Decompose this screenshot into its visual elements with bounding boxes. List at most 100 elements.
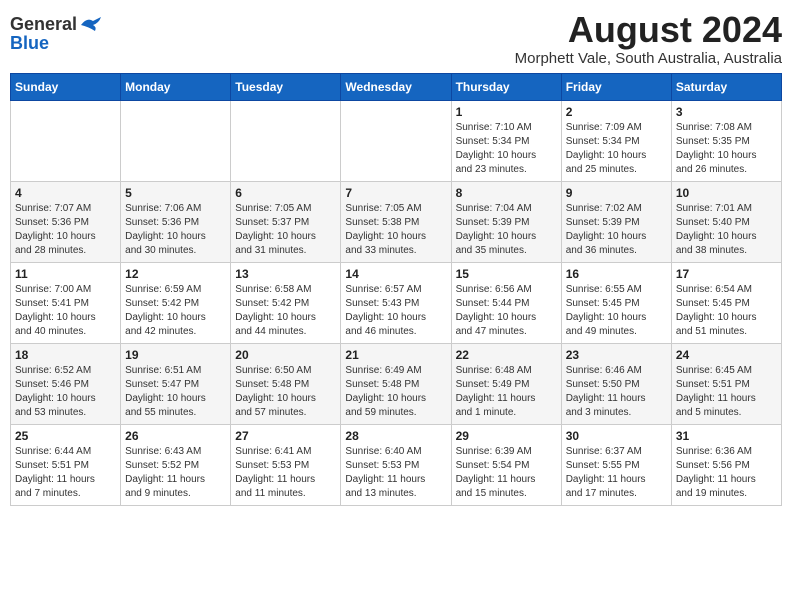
weekday-header-row: SundayMondayTuesdayWednesdayThursdayFrid… bbox=[11, 73, 782, 100]
day-info: Sunrise: 7:05 AMSunset: 5:37 PMDaylight:… bbox=[235, 202, 336, 258]
calendar-cell: 8Sunrise: 7:04 AMSunset: 5:39 PMDaylight… bbox=[451, 181, 561, 262]
day-info: Sunrise: 6:46 AMSunset: 5:50 PMDaylight:… bbox=[566, 364, 667, 420]
calendar-cell: 11 Sunrise: 7:00 AMSunset: 5:41 PMDayligh… bbox=[11, 262, 121, 343]
logo: General Blue bbox=[10, 14, 101, 54]
calendar-cell: 2 Sunrise: 7:09 AMSunset: 5:34 PMDaylight… bbox=[561, 100, 671, 181]
day-number: 3 bbox=[676, 105, 777, 119]
calendar-cell: 22Sunrise: 6:48 AMSunset: 5:49 PMDayligh… bbox=[451, 343, 561, 424]
day-number: 20 bbox=[235, 348, 336, 362]
day-number: 11 bbox=[15, 267, 116, 281]
calendar-cell: 7 Sunrise: 7:05 AMSunset: 5:38 PMDaylight… bbox=[341, 181, 451, 262]
day-number: 5 bbox=[125, 186, 226, 200]
calendar-cell: 25 Sunrise: 6:44 AMSunset: 5:51 PMDayligh… bbox=[11, 424, 121, 505]
day-number: 7 bbox=[345, 186, 446, 200]
calendar-cell: 15Sunrise: 6:56 AMSunset: 5:44 PMDayligh… bbox=[451, 262, 561, 343]
calendar-table: SundayMondayTuesdayWednesdayThursdayFrid… bbox=[10, 73, 782, 506]
day-info: Sunrise: 6:37 AMSunset: 5:55 PMDaylight:… bbox=[566, 445, 667, 501]
day-number: 19 bbox=[125, 348, 226, 362]
calendar-cell: 5 Sunrise: 7:06 AMSunset: 5:36 PMDaylight… bbox=[121, 181, 231, 262]
weekday-header: Tuesday bbox=[231, 73, 341, 100]
calendar-cell: 6 Sunrise: 7:05 AMSunset: 5:37 PMDaylight… bbox=[231, 181, 341, 262]
day-info: Sunrise: 6:51 AMSunset: 5:47 PMDaylight:… bbox=[125, 364, 226, 420]
calendar-cell: 18 Sunrise: 6:52 AMSunset: 5:46 PMDayligh… bbox=[11, 343, 121, 424]
month-title: August 2024 bbox=[515, 10, 782, 50]
calendar-cell: 30 Sunrise: 6:37 AMSunset: 5:55 PMDayligh… bbox=[561, 424, 671, 505]
calendar-cell bbox=[11, 100, 121, 181]
day-number: 31 bbox=[676, 429, 777, 443]
day-number: 12 bbox=[125, 267, 226, 281]
calendar-cell: 27 Sunrise: 6:41 AMSunset: 5:53 PMDayligh… bbox=[231, 424, 341, 505]
day-number: 16 bbox=[566, 267, 667, 281]
day-info: Sunrise: 6:45 AMSunset: 5:51 PMDaylight:… bbox=[676, 364, 777, 420]
calendar-cell: 14Sunrise: 6:57 AMSunset: 5:43 PMDayligh… bbox=[341, 262, 451, 343]
calendar-cell bbox=[341, 100, 451, 181]
calendar-week-row: 11 Sunrise: 7:00 AMSunset: 5:41 PMDayligh… bbox=[11, 262, 782, 343]
day-info: Sunrise: 6:44 AMSunset: 5:51 PMDaylight:… bbox=[15, 445, 116, 501]
day-info: Sunrise: 6:41 AMSunset: 5:53 PMDaylight:… bbox=[235, 445, 336, 501]
calendar-cell: 13 Sunrise: 6:58 AMSunset: 5:42 PMDayligh… bbox=[231, 262, 341, 343]
calendar-cell: 23 Sunrise: 6:46 AMSunset: 5:50 PMDayligh… bbox=[561, 343, 671, 424]
calendar-cell: 31 Sunrise: 6:36 AMSunset: 5:56 PMDayligh… bbox=[671, 424, 781, 505]
day-number: 6 bbox=[235, 186, 336, 200]
day-number: 18 bbox=[15, 348, 116, 362]
day-number: 17 bbox=[676, 267, 777, 281]
day-number: 13 bbox=[235, 267, 336, 281]
calendar-week-row: 25 Sunrise: 6:44 AMSunset: 5:51 PMDayligh… bbox=[11, 424, 782, 505]
day-info: Sunrise: 6:40 AMSunset: 5:53 PMDaylight:… bbox=[345, 445, 446, 501]
day-info: Sunrise: 6:50 AMSunset: 5:48 PMDaylight:… bbox=[235, 364, 336, 420]
day-number: 1 bbox=[456, 105, 557, 119]
calendar-cell: 4Sunrise: 7:07 AMSunset: 5:36 PMDaylight… bbox=[11, 181, 121, 262]
calendar-cell: 26 Sunrise: 6:43 AMSunset: 5:52 PMDayligh… bbox=[121, 424, 231, 505]
calendar-cell bbox=[121, 100, 231, 181]
calendar-cell: 12Sunrise: 6:59 AMSunset: 5:42 PMDayligh… bbox=[121, 262, 231, 343]
calendar-cell: 17Sunrise: 6:54 AMSunset: 5:45 PMDayligh… bbox=[671, 262, 781, 343]
title-area: August 2024 Morphett Vale, South Austral… bbox=[515, 10, 782, 67]
calendar-cell: 10Sunrise: 7:01 AMSunset: 5:40 PMDayligh… bbox=[671, 181, 781, 262]
day-info: Sunrise: 7:08 AMSunset: 5:35 PMDaylight:… bbox=[676, 121, 777, 177]
day-info: Sunrise: 7:05 AMSunset: 5:38 PMDaylight:… bbox=[345, 202, 446, 258]
calendar-cell: 24 Sunrise: 6:45 AMSunset: 5:51 PMDayligh… bbox=[671, 343, 781, 424]
day-number: 8 bbox=[456, 186, 557, 200]
day-number: 25 bbox=[15, 429, 116, 443]
logo-blue-text: Blue bbox=[10, 33, 49, 54]
weekday-header: Thursday bbox=[451, 73, 561, 100]
day-number: 2 bbox=[566, 105, 667, 119]
day-info: Sunrise: 7:02 AMSunset: 5:39 PMDaylight:… bbox=[566, 202, 667, 258]
day-info: Sunrise: 6:43 AMSunset: 5:52 PMDaylight:… bbox=[125, 445, 226, 501]
calendar-cell bbox=[231, 100, 341, 181]
day-info: Sunrise: 6:52 AMSunset: 5:46 PMDaylight:… bbox=[15, 364, 116, 420]
day-number: 24 bbox=[676, 348, 777, 362]
day-info: Sunrise: 7:06 AMSunset: 5:36 PMDaylight:… bbox=[125, 202, 226, 258]
calendar-cell: 20 Sunrise: 6:50 AMSunset: 5:48 PMDayligh… bbox=[231, 343, 341, 424]
calendar-cell: 28 Sunrise: 6:40 AMSunset: 5:53 PMDayligh… bbox=[341, 424, 451, 505]
day-info: Sunrise: 7:00 AMSunset: 5:41 PMDaylight:… bbox=[15, 283, 116, 339]
calendar-cell: 29Sunrise: 6:39 AMSunset: 5:54 PMDayligh… bbox=[451, 424, 561, 505]
day-number: 27 bbox=[235, 429, 336, 443]
day-number: 4 bbox=[15, 186, 116, 200]
day-number: 23 bbox=[566, 348, 667, 362]
day-info: Sunrise: 6:58 AMSunset: 5:42 PMDaylight:… bbox=[235, 283, 336, 339]
weekday-header: Monday bbox=[121, 73, 231, 100]
day-number: 28 bbox=[345, 429, 446, 443]
day-info: Sunrise: 7:09 AMSunset: 5:34 PMDaylight:… bbox=[566, 121, 667, 177]
weekday-header: Sunday bbox=[11, 73, 121, 100]
day-info: Sunrise: 7:01 AMSunset: 5:40 PMDaylight:… bbox=[676, 202, 777, 258]
day-number: 26 bbox=[125, 429, 226, 443]
calendar-cell: 21Sunrise: 6:49 AMSunset: 5:48 PMDayligh… bbox=[341, 343, 451, 424]
calendar-cell: 3 Sunrise: 7:08 AMSunset: 5:35 PMDaylight… bbox=[671, 100, 781, 181]
day-info: Sunrise: 6:55 AMSunset: 5:45 PMDaylight:… bbox=[566, 283, 667, 339]
calendar-cell: 9Sunrise: 7:02 AMSunset: 5:39 PMDaylight… bbox=[561, 181, 671, 262]
page-header: General Blue August 2024 Morphett Vale, … bbox=[10, 10, 782, 67]
day-info: Sunrise: 6:39 AMSunset: 5:54 PMDaylight:… bbox=[456, 445, 557, 501]
calendar-cell: 19 Sunrise: 6:51 AMSunset: 5:47 PMDayligh… bbox=[121, 343, 231, 424]
day-info: Sunrise: 6:36 AMSunset: 5:56 PMDaylight:… bbox=[676, 445, 777, 501]
calendar-week-row: 4Sunrise: 7:07 AMSunset: 5:36 PMDaylight… bbox=[11, 181, 782, 262]
calendar-week-row: 1 Sunrise: 7:10 AMSunset: 5:34 PMDaylight… bbox=[11, 100, 782, 181]
calendar-cell: 16 Sunrise: 6:55 AMSunset: 5:45 PMDayligh… bbox=[561, 262, 671, 343]
weekday-header: Saturday bbox=[671, 73, 781, 100]
weekday-header: Friday bbox=[561, 73, 671, 100]
logo-general-text: General bbox=[10, 14, 77, 35]
day-info: Sunrise: 6:49 AMSunset: 5:48 PMDaylight:… bbox=[345, 364, 446, 420]
day-info: Sunrise: 7:10 AMSunset: 5:34 PMDaylight:… bbox=[456, 121, 557, 177]
day-number: 30 bbox=[566, 429, 667, 443]
